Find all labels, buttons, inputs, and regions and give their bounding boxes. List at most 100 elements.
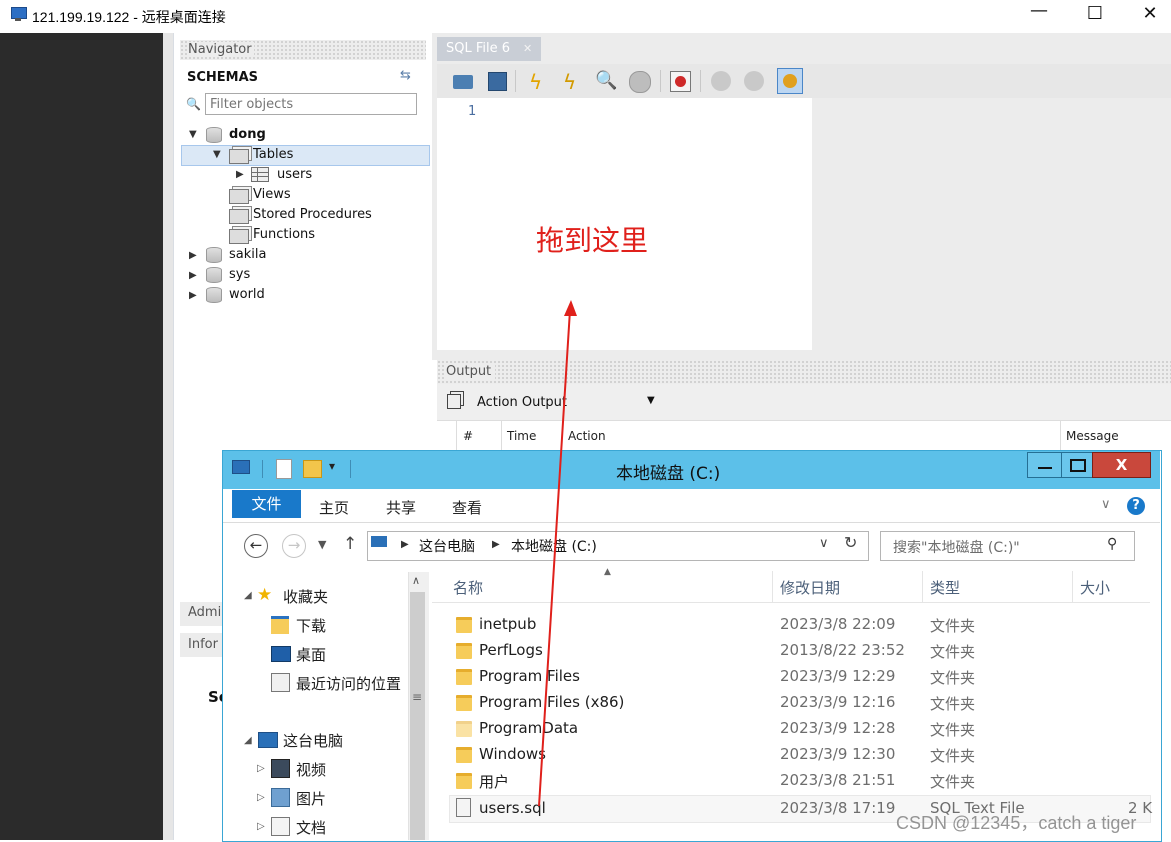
search-placeholder: 搜索"本地磁盘 (C:)" — [893, 540, 1020, 556]
explorer-close-button[interactable]: X — [1092, 452, 1151, 478]
expand-arrow-icon[interactable]: ▶ — [189, 290, 197, 301]
tree-table-users[interactable]: users — [277, 167, 312, 182]
administration-tab[interactable]: Admi — [188, 605, 221, 620]
explorer-maximize-button[interactable] — [1061, 452, 1093, 478]
properties-icon[interactable] — [276, 459, 292, 479]
navigator-label: Navigator — [188, 42, 254, 57]
schema-world[interactable]: world — [229, 287, 265, 302]
nav-downloads[interactable]: 下载 — [296, 615, 326, 636]
breadcrumb-arrow-icon[interactable]: ▶ — [401, 539, 409, 550]
ribbon-tab-share[interactable]: 共享 — [386, 497, 416, 518]
this-pc-icon — [258, 732, 278, 748]
folder-icon — [456, 669, 472, 685]
database-icon — [206, 127, 222, 143]
explorer-minimize-button[interactable] — [1027, 452, 1063, 478]
search-icon[interactable]: ⚲ — [1107, 536, 1117, 552]
back-icon[interactable]: ← — [244, 534, 268, 558]
col-date[interactable]: 修改日期 — [780, 577, 840, 598]
scroll-grip-icon: ≡ — [412, 690, 423, 704]
ribbon-tab-file[interactable]: 文件 — [232, 490, 301, 518]
expand-arrow-icon[interactable]: ▷ — [257, 792, 265, 803]
forward-icon[interactable]: → — [282, 534, 306, 558]
new-folder-icon[interactable] — [303, 460, 322, 478]
collapse-arrow-icon[interactable]: ▼ — [213, 149, 221, 160]
expand-ribbon-icon[interactable]: ∨ — [1101, 497, 1111, 512]
nav-this-pc[interactable]: 这台电脑 — [283, 730, 343, 751]
file-type: 文件夹 — [930, 695, 976, 713]
rollback-icon[interactable] — [743, 70, 765, 92]
col-message: Message — [1066, 429, 1119, 443]
autocommit-toggle-icon[interactable] — [777, 68, 803, 94]
maximize-button[interactable]: ☐ — [1072, 3, 1118, 24]
collapse-arrow-icon[interactable]: ◢ — [244, 735, 252, 746]
col-name[interactable]: 名称 — [453, 577, 483, 598]
minimize-button[interactable]: — — [1016, 0, 1062, 21]
downloads-icon — [271, 616, 289, 634]
scroll-up-icon[interactable]: ∧ — [412, 574, 420, 587]
explain-icon[interactable]: 🔍 — [595, 70, 617, 92]
window-title: 121.199.19.122 - 远程桌面连接 — [32, 9, 226, 25]
nav-favorites[interactable]: 收藏夹 — [283, 586, 328, 607]
tree-tables[interactable]: Tables — [253, 147, 293, 162]
copy-icon[interactable] — [447, 394, 461, 409]
expand-arrow-icon[interactable]: ▷ — [257, 763, 265, 774]
sql-file-tab[interactable]: SQL File 6 ✕ — [437, 37, 541, 61]
breadcrumb-arrow-icon[interactable]: ▶ — [492, 539, 500, 550]
nav-desktop[interactable]: 桌面 — [296, 644, 326, 665]
execute-icon[interactable]: ϟ — [529, 70, 551, 94]
nav-documents[interactable]: 文档 — [296, 817, 326, 838]
expand-arrow-icon[interactable]: ▷ — [257, 821, 265, 832]
up-icon[interactable]: ↑ — [343, 534, 357, 554]
header-separator[interactable] — [1072, 571, 1073, 602]
expand-arrow-icon[interactable]: ▶ — [189, 270, 197, 281]
tree-functions[interactable]: Functions — [253, 227, 315, 242]
header-separator[interactable] — [772, 571, 773, 602]
tree-stored-procedures[interactable]: Stored Procedures — [253, 207, 372, 222]
breadcrumb-this-pc[interactable]: 这台电脑 — [419, 536, 475, 556]
stop-icon[interactable] — [628, 70, 651, 93]
folder-icon — [456, 695, 472, 711]
schema-dong[interactable]: dong — [229, 127, 266, 142]
file-date: 2023/3/9 12:16 — [780, 693, 896, 711]
recent-locations-icon[interactable]: ▼ — [318, 538, 326, 551]
col-type[interactable]: 类型 — [930, 577, 960, 598]
file-type: 文件夹 — [930, 721, 976, 739]
schema-sakila[interactable]: sakila — [229, 247, 266, 262]
remote-desktop-background — [0, 33, 163, 840]
nav-recent[interactable]: 最近访问的位置 — [296, 673, 401, 694]
address-dropdown-icon[interactable]: ∨ — [819, 536, 829, 551]
information-tab[interactable]: Infor — [188, 637, 218, 652]
toolbar-separator — [350, 460, 351, 478]
save-icon[interactable] — [486, 70, 508, 92]
filter-objects-input[interactable] — [205, 93, 417, 115]
refresh-icon[interactable]: ↻ — [844, 533, 857, 552]
file-date: 2023/3/9 12:29 — [780, 667, 896, 685]
header-separator[interactable] — [922, 571, 923, 602]
close-button[interactable]: ✕ — [1127, 3, 1171, 24]
file-type: 文件夹 — [930, 669, 976, 687]
nav-pictures[interactable]: 图片 — [296, 788, 326, 809]
close-tab-icon[interactable]: ✕ — [523, 42, 532, 55]
toggle-error-icon[interactable] — [669, 70, 691, 92]
expand-arrow-icon[interactable]: ▶ — [236, 169, 244, 180]
commit-icon[interactable] — [710, 70, 732, 92]
refresh-icon[interactable]: ⇆ — [400, 68, 411, 83]
collapse-arrow-icon[interactable]: ▼ — [189, 129, 197, 140]
col-size[interactable]: 大小 — [1080, 577, 1110, 598]
nav-videos[interactable]: 视频 — [296, 759, 326, 780]
help-icon[interactable]: ? — [1127, 497, 1145, 515]
open-file-icon[interactable] — [452, 70, 474, 92]
schema-sys[interactable]: sys — [229, 267, 250, 282]
folder-icon — [456, 747, 472, 763]
procedures-icon — [229, 209, 249, 224]
scrollbar-thumb[interactable] — [410, 592, 425, 840]
file-type: 文件夹 — [930, 773, 976, 791]
tree-views[interactable]: Views — [253, 187, 291, 202]
execute-current-icon[interactable]: ϟ — [563, 70, 585, 94]
ribbon-tab-home[interactable]: 主页 — [319, 497, 349, 518]
ribbon-tab-view[interactable]: 查看 — [452, 497, 482, 518]
file-name[interactable]: 用户 — [479, 771, 509, 792]
quick-access-dropdown-icon[interactable]: ▾ — [329, 459, 335, 473]
expand-arrow-icon[interactable]: ▶ — [189, 250, 197, 261]
collapse-arrow-icon[interactable]: ◢ — [244, 590, 252, 601]
